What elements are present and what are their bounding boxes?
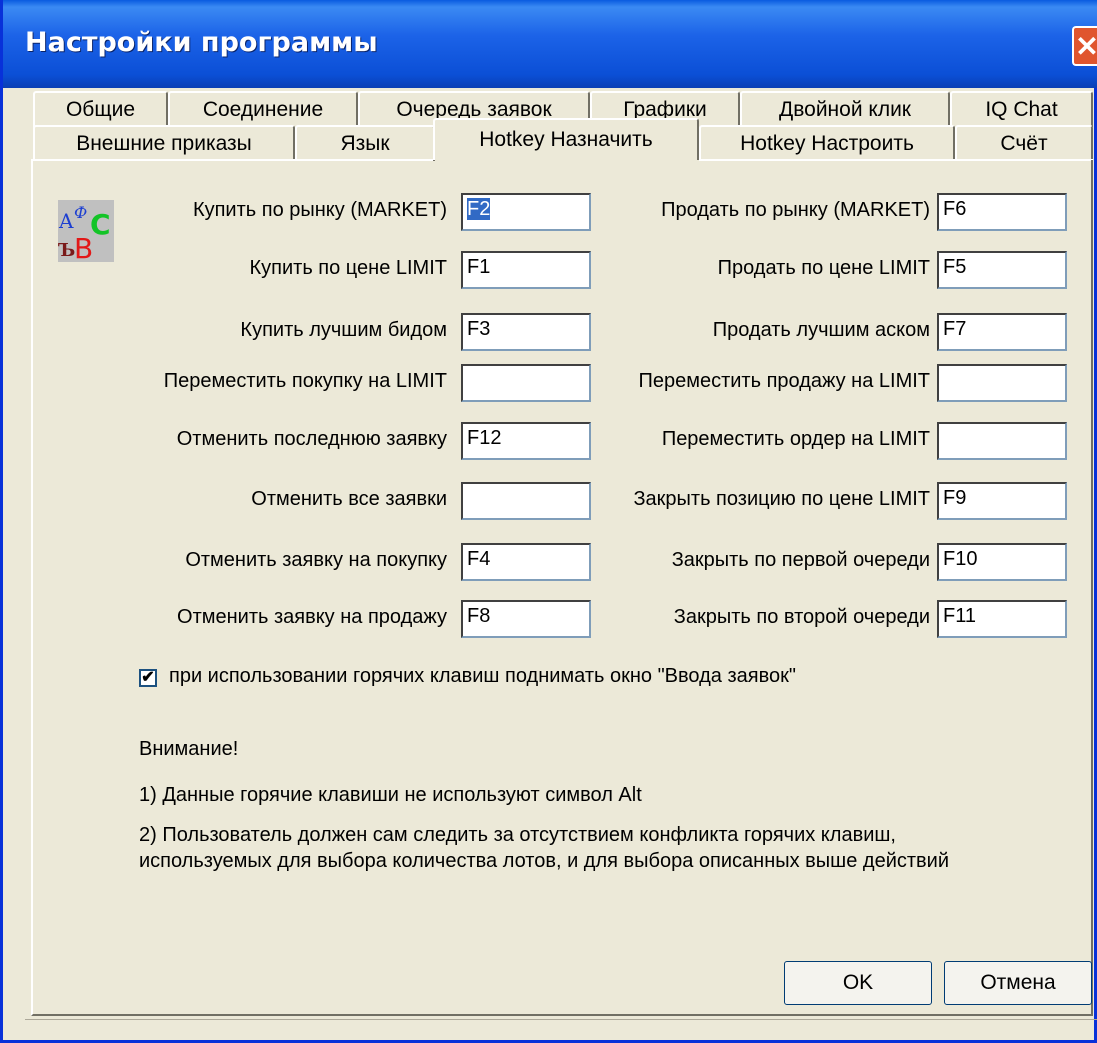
- cancel-last-order-label: Отменить последнюю заявку: [176, 428, 447, 450]
- move-order-limit-label: Переместить ордер на LIMIT: [661, 428, 930, 450]
- move-sell-limit-input[interactable]: [937, 364, 1067, 402]
- note-line-2a: 2) Пользователь должен сам следить за от…: [139, 824, 896, 846]
- close-second-queue-label: Закрыть по второй очереди: [673, 606, 930, 628]
- svg-text:B: B: [74, 232, 93, 262]
- close-position-limit-label: Закрыть позицию по цене LIMIT: [633, 488, 930, 510]
- raise-window-checkbox[interactable]: ✔: [139, 669, 157, 687]
- buy-best-bid-input[interactable]: F3: [461, 313, 591, 351]
- svg-text:Ф: Ф: [74, 203, 87, 222]
- cancel-sell-order-label: Отменить заявку на продажу: [177, 606, 447, 628]
- tab-label: Общие: [65, 98, 136, 121]
- close-icon: ✕: [1075, 31, 1097, 62]
- close-second-queue-input[interactable]: F11: [937, 600, 1067, 638]
- note-line-1: 1) Данные горячие клавиши не используют …: [139, 784, 642, 806]
- tab-label: IQ Chat: [985, 98, 1058, 121]
- abc-language-icon: A Ф C Ъ B: [58, 200, 114, 265]
- move-order-limit-input[interactable]: [937, 422, 1067, 460]
- tab-iq-chat[interactable]: IQ Chat: [950, 91, 1093, 127]
- cancel-sell-order-input[interactable]: F8: [461, 600, 591, 638]
- sell-best-ask-label: Продать лучшим аском: [712, 319, 930, 341]
- move-sell-limit-label: Переместить продажу на LIMIT: [638, 370, 930, 392]
- cancel-buy-order-label: Отменить заявку на покупку: [185, 549, 447, 571]
- checkmark-icon: ✔: [141, 669, 155, 686]
- title-bar[interactable]: Настройки программы ✕: [3, 0, 1097, 88]
- tab-label: Hotkey Настроить: [740, 132, 914, 155]
- cancel-button[interactable]: Отмена: [944, 961, 1092, 1005]
- ok-button[interactable]: OK: [784, 961, 932, 1005]
- tab-double-click[interactable]: Двойной клик: [740, 91, 950, 127]
- tab-general[interactable]: Общие: [33, 91, 168, 127]
- cancel-last-order-input[interactable]: F12: [461, 422, 591, 460]
- move-buy-limit-input[interactable]: [461, 364, 591, 402]
- settings-window: Настройки программы ✕ Общие Соединение О…: [0, 0, 1097, 1043]
- buy-limit-input[interactable]: F1: [461, 251, 591, 289]
- buy-market-input[interactable]: F2: [461, 193, 591, 231]
- raise-window-checkbox-label[interactable]: при использовании горячих клавиш поднима…: [169, 665, 796, 688]
- notes-heading: Внимание!: [139, 738, 239, 760]
- window-title: Настройки программы: [25, 27, 378, 58]
- tab-label: Внешние приказы: [76, 132, 252, 155]
- tab-label: Язык: [340, 132, 390, 155]
- cancel-all-orders-label: Отменить все заявки: [251, 488, 447, 510]
- sell-limit-label: Продать по цене LIMIT: [717, 257, 930, 279]
- tab-account[interactable]: Счёт: [955, 125, 1093, 161]
- buy-limit-label: Купить по цене LIMIT: [249, 257, 448, 279]
- tab-label: Счёт: [1000, 132, 1048, 155]
- close-first-queue-input[interactable]: F10: [937, 543, 1067, 581]
- tab-label: Hotkey Назначить: [479, 128, 653, 151]
- close-position-limit-input[interactable]: F9: [937, 482, 1067, 520]
- sell-market-input[interactable]: F6: [937, 193, 1067, 231]
- svg-text:Ъ: Ъ: [58, 240, 75, 261]
- tab-language[interactable]: Язык: [295, 125, 435, 161]
- sell-limit-input[interactable]: F5: [937, 251, 1067, 289]
- sell-best-ask-input[interactable]: F7: [937, 313, 1067, 351]
- tab-connection[interactable]: Соединение: [168, 91, 358, 127]
- close-button[interactable]: ✕: [1072, 26, 1097, 66]
- sell-market-label: Продать по рынку (MARKET): [661, 199, 930, 221]
- tab-label: Соединение: [202, 98, 324, 121]
- tab-hotkey-configure[interactable]: Hotkey Настроить: [699, 125, 955, 161]
- tab-external-orders[interactable]: Внешние приказы: [33, 125, 295, 161]
- move-buy-limit-label: Переместить покупку на LIMIT: [163, 370, 447, 392]
- tab-hotkey-assign[interactable]: Hotkey Назначить: [433, 118, 699, 160]
- cancel-buy-order-input[interactable]: F4: [461, 543, 591, 581]
- selected-text: F2: [467, 198, 491, 220]
- close-first-queue-label: Закрыть по первой очереди: [671, 549, 930, 571]
- buy-best-bid-label: Купить лучшим бидом: [240, 319, 447, 341]
- note-line-2b: используемых для выбора количества лотов…: [139, 850, 949, 872]
- cancel-all-orders-input[interactable]: [461, 482, 591, 520]
- svg-text:A: A: [58, 209, 74, 233]
- tab-label: Двойной клик: [779, 98, 911, 121]
- bottom-separator: [25, 1019, 1097, 1020]
- buy-market-label: Купить по рынку (MARKET): [192, 199, 447, 221]
